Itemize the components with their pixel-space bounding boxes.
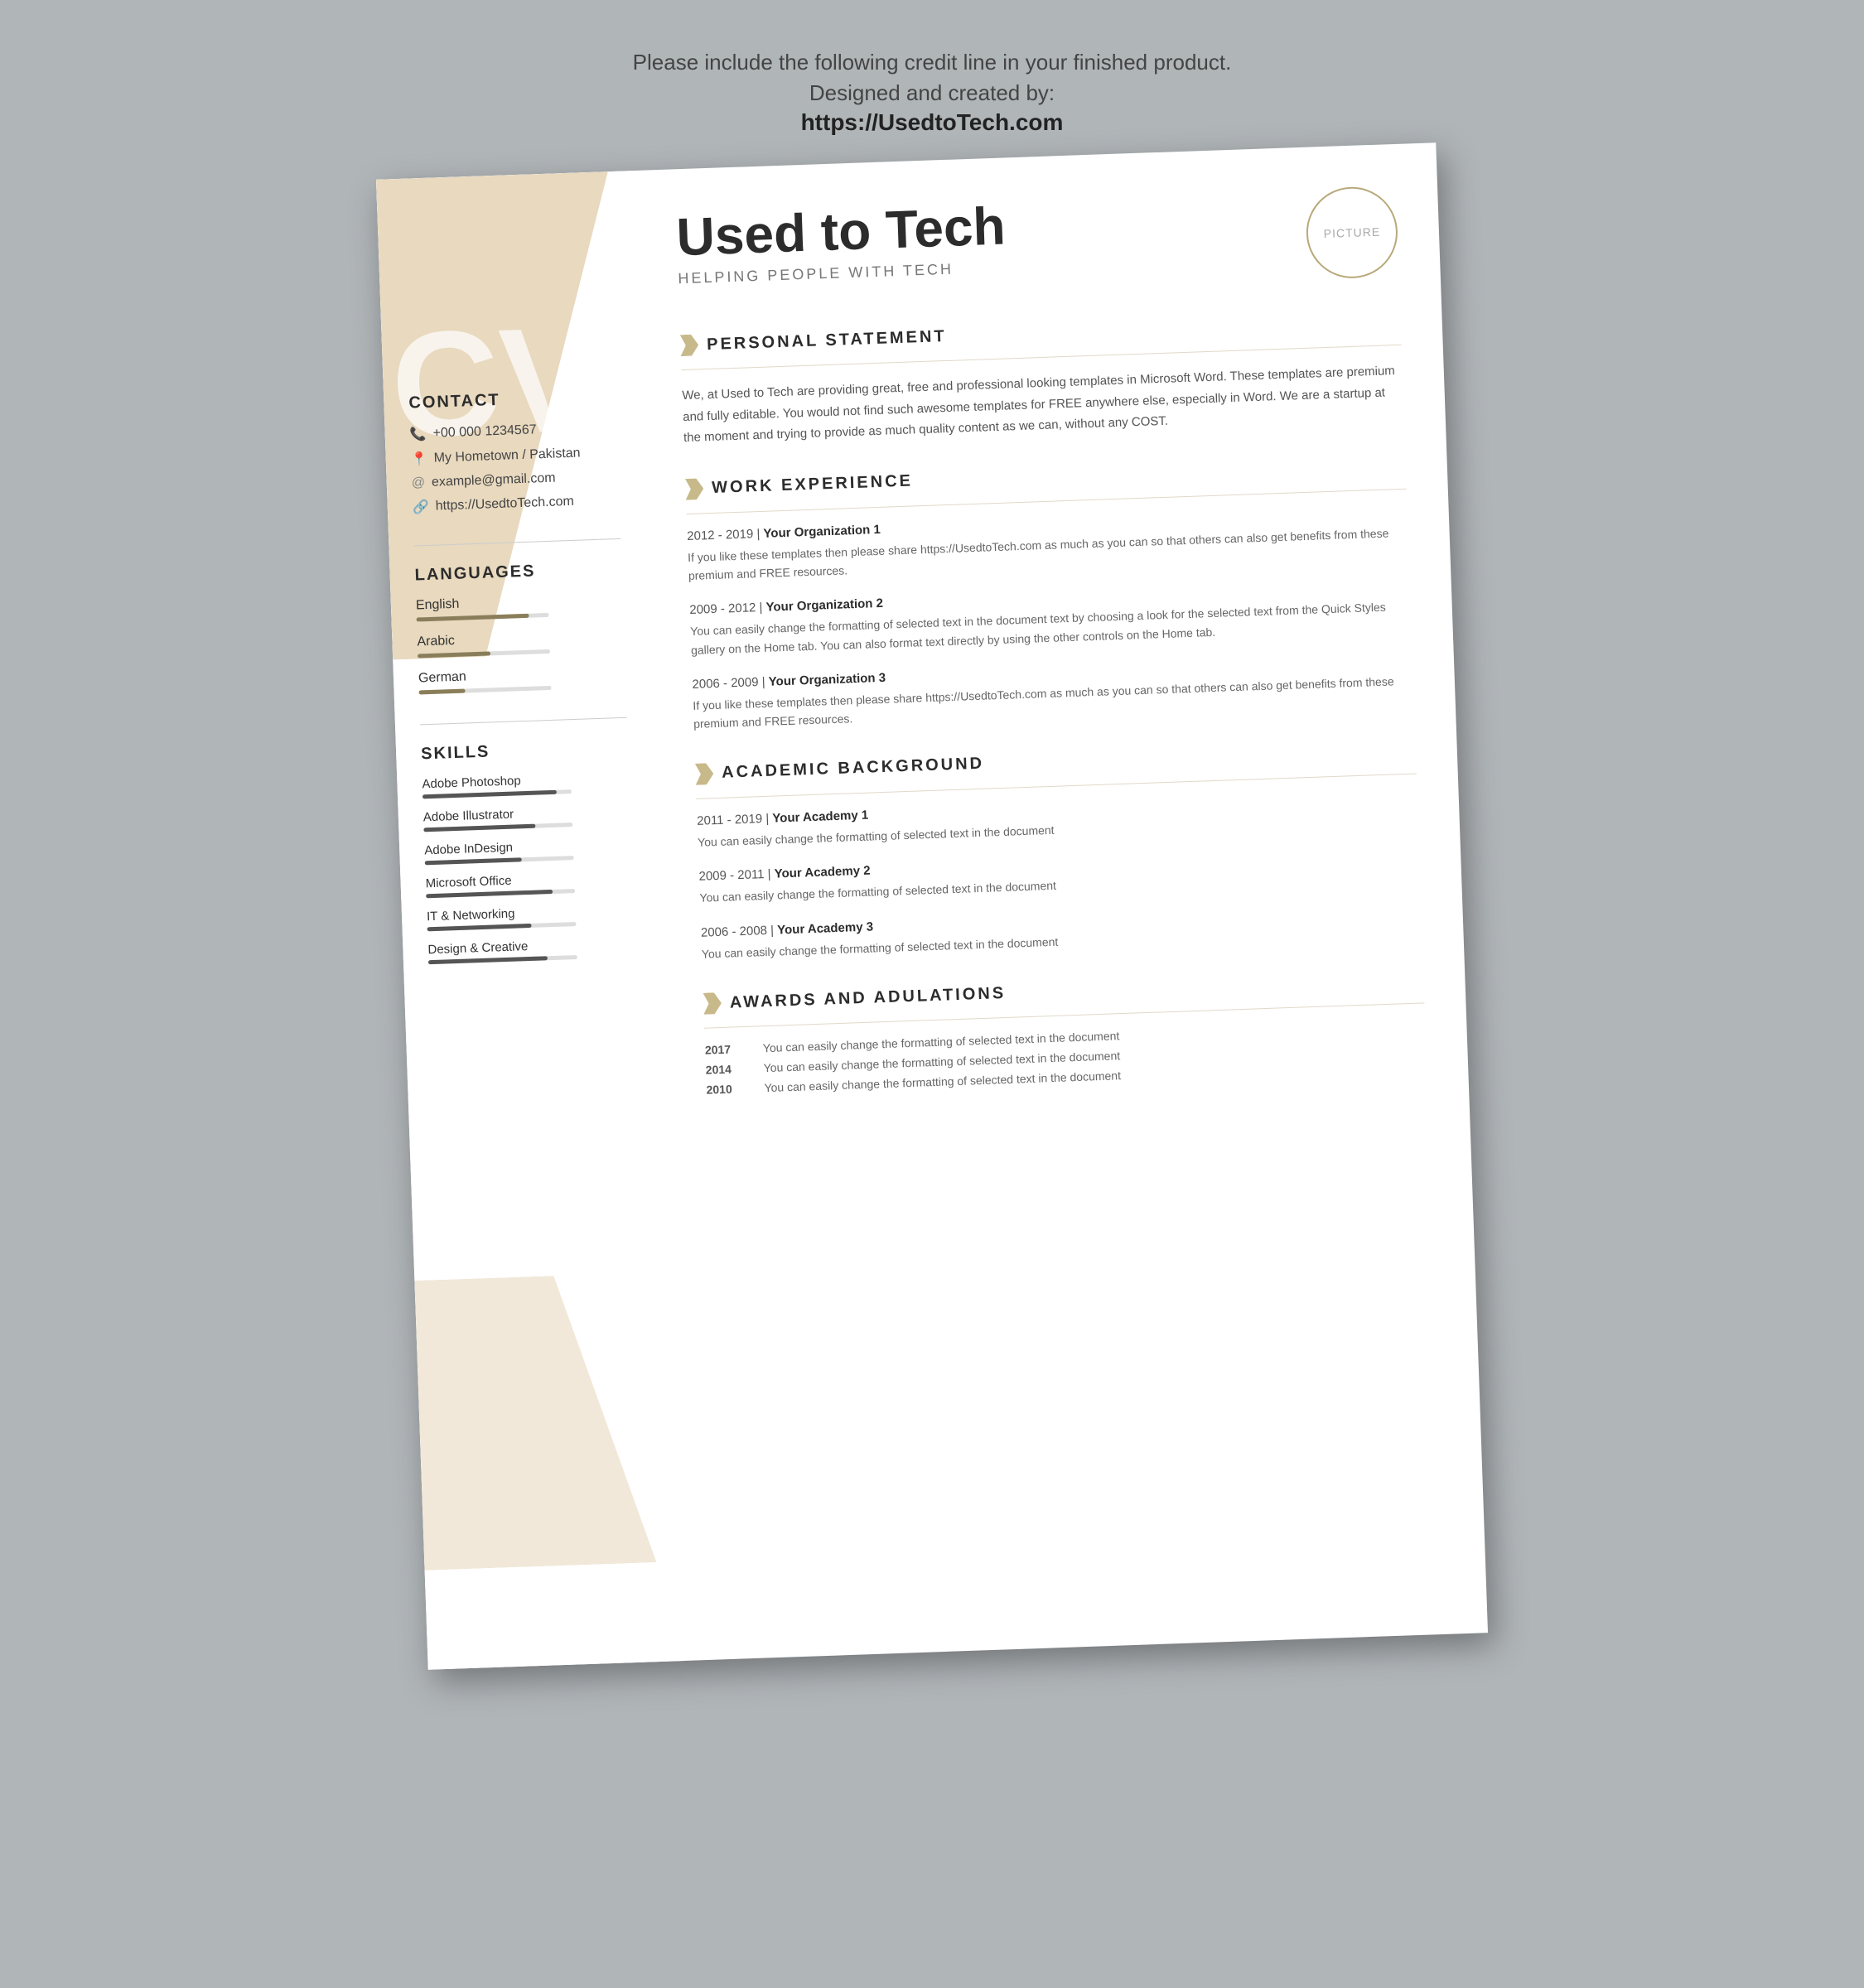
main-content: Used to Tech HELPING PEOPLE WITH TECH PI… bbox=[633, 142, 1488, 1661]
resume-document: CV CONTACT 📞 +00 000 1234567 📍 My Hometo… bbox=[376, 142, 1488, 1670]
skill-indesign-name: Adobe InDesign bbox=[424, 837, 631, 858]
lang-arabic-bar bbox=[418, 649, 550, 659]
skills-section: SKILLS Adobe Photoshop Adobe Illustrator… bbox=[421, 738, 635, 965]
lang-arabic-name: Arabic bbox=[417, 628, 624, 650]
phone-icon: 📞 bbox=[409, 426, 427, 443]
lang-english-name: English bbox=[416, 591, 623, 614]
contact-email: @ example@gmail.com bbox=[411, 469, 618, 491]
profile-picture: PICTURE bbox=[1305, 186, 1399, 280]
personal-statement-header: PERSONAL STATEMENT bbox=[680, 310, 1401, 356]
award-year-3: 2010 bbox=[706, 1082, 748, 1097]
website-url: https://UsedtoTech.com bbox=[633, 109, 1232, 136]
credit-area: Please include the following credit line… bbox=[633, 50, 1232, 136]
skills-title: SKILLS bbox=[421, 738, 629, 765]
skill-photoshop-name: Adobe Photoshop bbox=[422, 770, 629, 792]
credit-line: Please include the following credit line… bbox=[633, 50, 1232, 75]
award-year-1: 2017 bbox=[705, 1042, 747, 1057]
languages-title: LANGUAGES bbox=[414, 559, 622, 586]
email-icon: @ bbox=[411, 475, 425, 491]
skill-it-networking-name: IT & Networking bbox=[427, 903, 634, 924]
divider-1 bbox=[413, 538, 621, 547]
bg-shape-bottom bbox=[414, 1272, 656, 1571]
awards-header: AWARDS AND ADULATIONS bbox=[703, 967, 1423, 1014]
academic-header: ACADEMIC BACKGROUND bbox=[695, 738, 1416, 784]
lang-english-bar bbox=[416, 613, 548, 622]
academic-item-1: 2011 - 2019 | Your Academy 1 You can eas… bbox=[697, 789, 1418, 852]
skill-msoffice-name: Microsoft Office bbox=[425, 870, 632, 891]
lang-german-name: German bbox=[418, 664, 625, 687]
contact-section: CONTACT 📞 +00 000 1234567 📍 My Hometown … bbox=[408, 387, 620, 516]
academic-item-3: 2006 - 2008 | Your Academy 3 You can eas… bbox=[701, 900, 1422, 963]
sidebar-content: CONTACT 📞 +00 000 1234567 📍 My Hometown … bbox=[376, 171, 663, 1028]
contact-title: CONTACT bbox=[408, 387, 616, 413]
work-item-3: 2006 - 2009 | Your Organization 3 If you… bbox=[692, 653, 1414, 734]
resume-header: Used to Tech HELPING PEOPLE WITH TECH PI… bbox=[676, 186, 1399, 302]
academic-item-2: 2009 - 2011 | Your Academy 2 You can eas… bbox=[698, 845, 1420, 908]
work-item-2: 2009 - 2012 | Your Organization 2 You ca… bbox=[689, 578, 1412, 659]
skill-illustrator: Adobe Illustrator bbox=[423, 803, 631, 832]
contact-location: 📍 My Hometown / Pakistan bbox=[410, 444, 618, 468]
academic-title: ACADEMIC BACKGROUND bbox=[722, 755, 985, 783]
lang-english: English bbox=[416, 591, 624, 622]
skill-indesign: Adobe InDesign bbox=[424, 837, 632, 866]
section-icon-we bbox=[685, 478, 704, 500]
award-year-2: 2014 bbox=[705, 1062, 747, 1077]
section-icon-ab bbox=[695, 763, 714, 785]
skill-illustrator-name: Adobe Illustrator bbox=[423, 803, 630, 825]
section-icon-ps bbox=[680, 334, 699, 356]
location-icon: 📍 bbox=[410, 451, 427, 468]
contact-phone: 📞 +00 000 1234567 bbox=[409, 419, 617, 443]
designed-by: Designed and created by: bbox=[633, 80, 1232, 106]
lang-german-bar bbox=[419, 686, 552, 695]
languages-section: LANGUAGES English Arabic German bbox=[414, 559, 625, 695]
skill-design-creative-name: Design & Creative bbox=[427, 936, 635, 958]
work-experience-title: WORK EXPERIENCE bbox=[712, 472, 913, 498]
awards-table: 2017 You can easily change the formattin… bbox=[705, 1018, 1427, 1096]
lang-arabic: Arabic bbox=[417, 628, 625, 659]
skill-it-networking: IT & Networking bbox=[427, 903, 635, 932]
skill-design-creative: Design & Creative bbox=[427, 936, 635, 965]
work-experience-header: WORK EXPERIENCE bbox=[685, 453, 1406, 499]
skill-msoffice: Microsoft Office bbox=[425, 870, 633, 899]
sidebar: CV CONTACT 📞 +00 000 1234567 📍 My Hometo… bbox=[376, 171, 685, 1670]
personal-statement-title: PERSONAL STATEMENT bbox=[707, 326, 947, 354]
name-block: Used to Tech HELPING PEOPLE WITH TECH bbox=[676, 199, 1007, 287]
personal-statement-section: PERSONAL STATEMENT We, at Used to Tech a… bbox=[680, 310, 1404, 449]
lang-german: German bbox=[418, 664, 626, 695]
resume-name: Used to Tech bbox=[676, 199, 1007, 263]
academic-section: ACADEMIC BACKGROUND 2011 - 2019 | Your A… bbox=[695, 738, 1422, 963]
awards-title: AWARDS AND ADULATIONS bbox=[730, 983, 1007, 1012]
divider-2 bbox=[420, 717, 627, 726]
skill-photoshop: Adobe Photoshop bbox=[422, 770, 630, 799]
web-icon: 🔗 bbox=[412, 499, 429, 516]
personal-statement-text: We, at Used to Tech are providing great,… bbox=[682, 360, 1404, 449]
section-icon-aw bbox=[703, 992, 722, 1015]
awards-section: AWARDS AND ADULATIONS 2017 You can easil… bbox=[703, 967, 1427, 1096]
work-experience-section: WORK EXPERIENCE 2012 - 2019 | Your Organ… bbox=[685, 453, 1414, 734]
work-item-1: 2012 - 2019 | Your Organization 1 If you… bbox=[687, 504, 1409, 585]
contact-website: 🔗 https://UsedtoTech.com bbox=[412, 492, 620, 516]
